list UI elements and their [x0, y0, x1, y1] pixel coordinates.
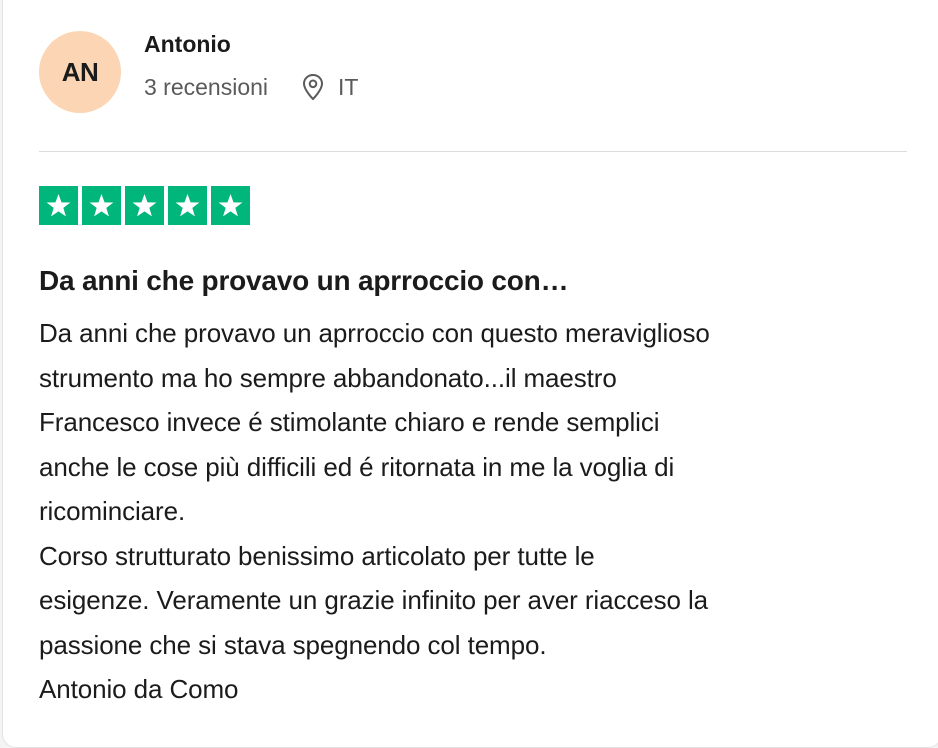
divider — [39, 151, 907, 152]
review-text-line: Francesco invece é stimolante chiaro e r… — [39, 407, 660, 437]
star-icon — [125, 186, 164, 225]
review-text-line: anche le cose più difficili ed é ritorna… — [39, 451, 675, 482]
review-text-line: strumento ma ho sempre abbandonato...il … — [39, 362, 617, 393]
reviewer-name[interactable]: Antonio — [144, 31, 231, 58]
review-text-line: Corso strutturato benissimo articolato p… — [39, 540, 595, 571]
review-text-line: ricominciare. — [39, 496, 186, 526]
review-text-line: esigenze. Veramente un grazie infinito p… — [39, 585, 709, 615]
star-icon — [82, 186, 121, 225]
review-title[interactable]: Da anni che provavo un aprroccio con… — [39, 265, 899, 297]
review-text-line: Antonio da Como — [39, 674, 239, 704]
review-body: Da anni che provavo un aprroccio con que… — [39, 311, 919, 712]
review-count: 3 recensioni — [144, 73, 269, 100]
reviewer-meta: 3 recensioni IT — [144, 73, 358, 101]
star-icon — [168, 186, 207, 225]
location-pin-icon — [303, 73, 324, 101]
avatar[interactable]: AN — [39, 31, 121, 113]
review-text-line: Da anni che provavo un aprroccio con que… — [39, 318, 710, 348]
reviewer-location: IT — [338, 73, 359, 100]
star-rating — [39, 186, 250, 225]
review-text-line: passione che si stava spegnendo col temp… — [39, 629, 547, 660]
review-card: AN Antonio 3 recensioni IT Da anni che p… — [2, 0, 938, 748]
star-icon — [39, 186, 78, 225]
star-icon — [211, 186, 250, 225]
